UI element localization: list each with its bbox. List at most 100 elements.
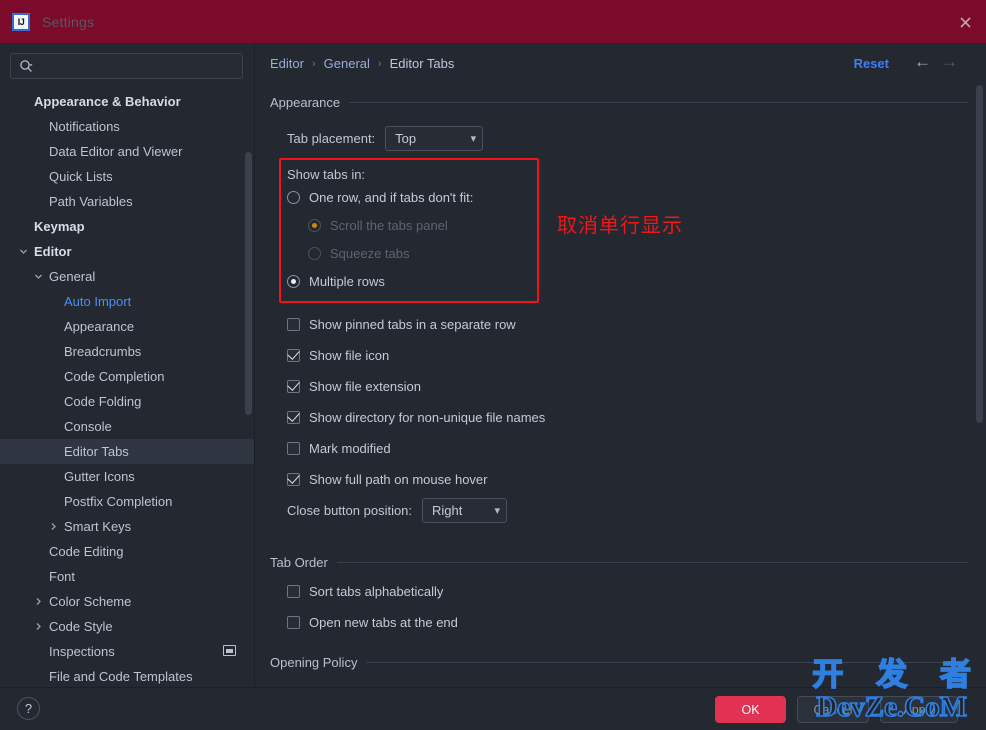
search-input[interactable] — [33, 59, 242, 73]
sidebar-item-quick-lists[interactable]: Quick Lists — [0, 164, 254, 189]
section-opening-policy-header: Opening Policy — [270, 655, 968, 670]
sidebar-item-inspections[interactable]: Inspections — [0, 639, 254, 664]
chevron-down-icon[interactable] — [31, 272, 45, 281]
sidebar-scrollbar[interactable] — [245, 152, 252, 415]
appearance-checkbox-group: Show pinned tabs in a separate row Show f… — [287, 317, 545, 487]
checkbox-option-sort-tabs-alphabetically[interactable]: Sort tabs alphabetically — [287, 584, 458, 599]
sidebar-item-label: Console — [64, 419, 112, 434]
checkbox-option-show-file-icon[interactable]: Show file icon — [287, 348, 545, 363]
sidebar-item-code-editing[interactable]: Code Editing — [0, 539, 254, 564]
search-box[interactable] — [10, 53, 243, 79]
checkbox-unchecked-icon[interactable] — [287, 616, 300, 629]
radio-label: Multiple rows — [309, 274, 385, 289]
close-icon[interactable] — [952, 9, 978, 35]
checkbox-unchecked-icon[interactable] — [287, 318, 300, 331]
radio-option-multiple-rows[interactable]: Multiple rows — [287, 274, 473, 289]
checkbox-option-show-full-path-on-mouse-hover[interactable]: Show full path on mouse hover — [287, 472, 545, 487]
radio-option-squeeze-tabs: Squeeze tabs — [308, 246, 473, 261]
radio-label: Scroll the tabs panel — [330, 218, 448, 233]
tab-placement-select[interactable]: Top ▾ — [385, 126, 484, 151]
checkbox-checked-icon[interactable] — [287, 349, 300, 362]
checkbox-checked-icon[interactable] — [287, 473, 300, 486]
sidebar-item-label: Keymap — [34, 219, 85, 234]
sidebar-item-breadcrumbs[interactable]: Breadcrumbs — [0, 339, 254, 364]
content-scrollbar[interactable] — [976, 85, 983, 423]
sidebar-item-label: Gutter Icons — [64, 469, 135, 484]
checkbox-option-show-pinned-tabs-in-a-separate-row[interactable]: Show pinned tabs in a separate row — [287, 317, 545, 332]
sidebar-item-label: Font — [49, 569, 76, 584]
breadcrumb-item[interactable]: General — [324, 56, 370, 71]
sidebar-item-postfix-completion[interactable]: Postfix Completion — [0, 489, 254, 514]
sidebar-item-label: Code Style — [49, 619, 113, 634]
radio-label: One row, and if tabs don't fit: — [309, 190, 474, 205]
checkbox-unchecked-icon[interactable] — [287, 442, 300, 455]
sidebar-item-smart-keys[interactable]: Smart Keys — [0, 514, 254, 539]
checkbox-option-mark-modified[interactable]: Mark modified — [287, 441, 545, 456]
radio-label: Squeeze tabs — [330, 246, 410, 261]
sidebar-item-editor-tabs[interactable]: Editor Tabs — [0, 439, 254, 464]
checkbox-unchecked-icon[interactable] — [287, 585, 300, 598]
sidebar-item-file-and-code-templates[interactable]: File and Code Templates — [0, 664, 254, 687]
sidebar-item-console[interactable]: Console — [0, 414, 254, 439]
chevron-right-icon[interactable] — [46, 522, 60, 531]
sidebar-item-keymap[interactable]: Keymap — [0, 214, 254, 239]
sidebar-item-label: Data Editor and Viewer — [49, 144, 183, 159]
sidebar-item-label: Auto Import — [64, 294, 132, 309]
checkbox-label: Mark modified — [309, 441, 391, 456]
breadcrumb-item[interactable]: Editor Tabs — [390, 56, 455, 71]
sidebar-item-notifications[interactable]: Notifications — [0, 114, 254, 139]
checkbox-label: Show file extension — [309, 379, 422, 394]
sidebar-item-label: Appearance — [64, 319, 135, 334]
sidebar-item-appearance-behavior[interactable]: Appearance & Behavior — [0, 89, 254, 114]
sidebar-item-data-editor-and-viewer[interactable]: Data Editor and Viewer — [0, 139, 254, 164]
checkbox-checked-icon[interactable] — [287, 411, 300, 424]
sidebar-item-code-completion[interactable]: Code Completion — [0, 364, 254, 389]
sidebar-item-appearance[interactable]: Appearance — [0, 314, 254, 339]
sidebar-item-color-scheme[interactable]: Color Scheme — [0, 589, 254, 614]
radio-icon — [308, 247, 321, 260]
sidebar-item-font[interactable]: Font — [0, 564, 254, 589]
section-opening-policy-title: Opening Policy — [270, 655, 358, 670]
radio-option-one-row-and-if-tabs-don-t-fit[interactable]: One row, and if tabs don't fit: — [287, 190, 473, 205]
sidebar-item-gutter-icons[interactable]: Gutter Icons — [0, 464, 254, 489]
sidebar-item-path-variables[interactable]: Path Variables — [0, 189, 254, 214]
section-divider — [336, 562, 968, 563]
checkbox-label: Sort tabs alphabetically — [309, 584, 444, 599]
sidebar-item-code-folding[interactable]: Code Folding — [0, 389, 254, 414]
sidebar-item-editor[interactable]: Editor — [0, 239, 254, 264]
section-appearance-title: Appearance — [270, 95, 341, 110]
search-icon — [19, 59, 33, 73]
sidebar-item-general[interactable]: General — [0, 264, 254, 289]
apply-button[interactable]: Apply — [880, 696, 958, 723]
chevron-right-icon[interactable] — [31, 622, 45, 631]
checkbox-checked-icon[interactable] — [287, 380, 300, 393]
chevron-down-icon: ▾ — [494, 505, 501, 517]
sidebar-item-auto-import[interactable]: Auto Import — [0, 289, 254, 314]
search-area — [0, 43, 254, 85]
checkbox-label: Show directory for non-unique file names — [309, 410, 546, 425]
checkbox-option-show-directory-for-non-unique-file-names[interactable]: Show directory for non-unique file names — [287, 410, 545, 425]
checkbox-option-show-file-extension[interactable]: Show file extension — [287, 379, 545, 394]
help-icon[interactable]: ? — [17, 697, 40, 720]
cancel-button[interactable]: Cancel — [797, 696, 869, 723]
checkbox-label: Show file icon — [309, 348, 390, 363]
checkbox-label: Show pinned tabs in a separate row — [309, 317, 516, 332]
reset-link[interactable]: Reset — [854, 56, 889, 71]
tab-placement-label: Tab placement: — [287, 131, 376, 146]
chevron-down-icon[interactable] — [16, 247, 30, 256]
section-divider — [349, 102, 968, 103]
sidebar-item-label: Code Completion — [64, 369, 165, 384]
arrow-right-icon[interactable]: → — [941, 53, 958, 70]
ok-button[interactable]: OK — [715, 696, 786, 723]
sidebar-item-code-style[interactable]: Code Style — [0, 614, 254, 639]
section-tab-order-title: Tab Order — [270, 555, 328, 570]
sidebar-item-label: Quick Lists — [49, 169, 113, 184]
tab-placement-value: Top — [395, 131, 417, 146]
breadcrumb-item[interactable]: Editor — [270, 56, 304, 71]
arrow-left-icon[interactable]: ← — [914, 53, 931, 70]
radio-icon[interactable] — [287, 275, 300, 288]
checkbox-option-open-new-tabs-at-the-end[interactable]: Open new tabs at the end — [287, 615, 458, 630]
radio-icon[interactable] — [287, 191, 300, 204]
chevron-right-icon[interactable] — [31, 597, 45, 606]
close-button-position-select[interactable]: Right ▾ — [422, 498, 508, 523]
